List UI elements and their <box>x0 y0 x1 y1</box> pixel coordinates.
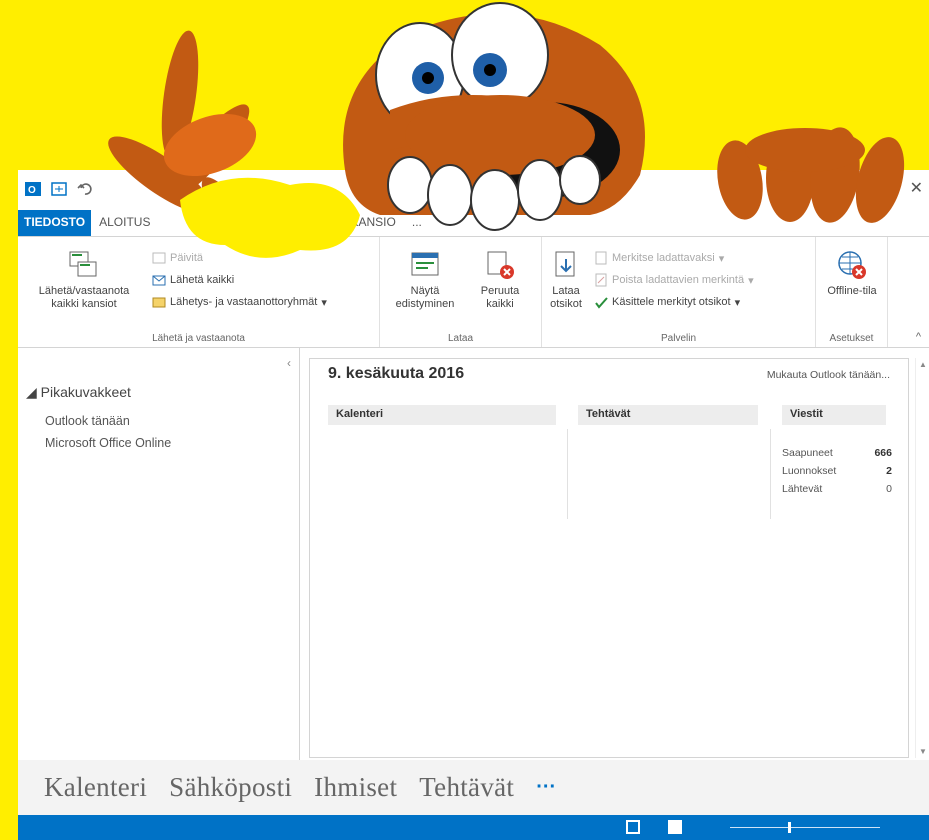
chevron-down-icon: ▾ <box>321 296 327 309</box>
mark-to-download-label: Merkitse ladattavaksi <box>612 252 715 264</box>
send-all-icon <box>152 275 166 286</box>
update-folder-label: Päivitä <box>170 252 204 264</box>
message-row-drafts[interactable]: Luonnokset 2 <box>782 465 892 477</box>
group-label-download: Lataa <box>447 333 474 344</box>
tasks-column-header[interactable]: Tehtävät <box>578 405 758 425</box>
show-progress-icon <box>409 249 441 281</box>
tab-send-receive[interactable]: A <box>316 210 343 236</box>
calendar-column-header[interactable]: Kalenteri <box>328 405 556 425</box>
shortcuts-heading[interactable]: ◢ Pikakuvakkeet <box>26 384 131 401</box>
cancel-all-label: Peruuta kaikki <box>480 285 520 310</box>
zoom-slider[interactable] <box>730 827 880 828</box>
scroll-down-icon[interactable]: ▼ <box>919 747 927 756</box>
message-row-outbox[interactable]: Lähtevät 0 <box>782 483 892 495</box>
show-progress-button[interactable]: Näytä edistyminen <box>392 249 458 311</box>
nav-mail[interactable]: Sähköposti <box>169 772 292 803</box>
message-count: 0 <box>886 483 892 495</box>
unmark-download-button[interactable]: Poista ladattavien merkintä ▾ <box>594 273 754 287</box>
mark-to-download-icon <box>595 251 607 265</box>
tab-file[interactable]: TIEDOSTO <box>18 210 92 236</box>
send-receive-groups-button[interactable]: Lähetys- ja vastaanottoryhmät ▾ <box>152 295 327 309</box>
group-label-send-receive: Lähetä ja vastaanota <box>152 333 245 344</box>
send-all-button[interactable]: Lähetä kaikki <box>152 273 234 287</box>
column-divider <box>567 429 568 519</box>
process-marked-headers-button[interactable]: Käsittele merkityt otsikot ▾ <box>594 295 740 309</box>
message-label: Luonnokset <box>782 465 837 477</box>
group-label-preferences: Asetukset <box>829 333 874 344</box>
vertical-scrollbar[interactable]: ▲ ▼ <box>915 358 929 758</box>
chevron-down-icon: ▾ <box>748 274 754 287</box>
send-all-label: Lähetä kaikki <box>170 274 235 286</box>
nav-calendar[interactable]: Kalenteri <box>44 772 147 803</box>
bottom-navigation: Kalenteri Sähköposti Ihmiset Tehtävät ··… <box>18 760 929 815</box>
undo-icon[interactable] <box>76 180 94 198</box>
tab-home[interactable]: ALOITUS <box>91 210 158 236</box>
offline-button[interactable]: Offline-tila <box>822 249 882 298</box>
title-bar: O ✕ <box>18 170 929 208</box>
cancel-all-icon <box>484 249 516 281</box>
close-icon[interactable]: ✕ <box>910 178 923 198</box>
chevron-down-icon: ▾ <box>718 252 725 265</box>
update-folder-button[interactable]: Päivitä <box>152 251 203 265</box>
send-receive-all-icon <box>68 249 100 281</box>
zoom-slider-handle[interactable] <box>788 822 791 833</box>
outlook-today-pane: 9. kesäkuuta 2016 Mukauta Outlook tänään… <box>301 348 929 760</box>
collapse-ribbon-icon[interactable]: ^ <box>916 331 921 343</box>
checkmark-icon <box>595 297 608 309</box>
normal-view-icon[interactable] <box>626 820 640 834</box>
today-date: 9. kesäkuuta 2016 <box>328 365 465 382</box>
navigation-pane: ‹ ◢ Pikakuvakkeet Outlook tänään Microso… <box>18 348 300 760</box>
tab-view[interactable]: ... <box>404 210 430 236</box>
mark-to-download-button[interactable]: Merkitse ladattavaksi ▾ <box>594 251 724 265</box>
message-label: Saapuneet <box>782 447 833 459</box>
message-label: Lähtevät <box>782 483 823 495</box>
nav-tasks[interactable]: Tehtävät <box>419 772 514 803</box>
nav-item-office-online[interactable]: Microsoft Office Online <box>45 436 171 450</box>
show-progress-label: Näytä edistyminen <box>395 285 455 310</box>
send-receive-all-label: Lähetä/vastaanota kaikki kansiot <box>38 285 130 310</box>
download-headers-icon <box>550 249 582 281</box>
svg-text:O: O <box>28 185 36 196</box>
group-download: Näytä edistyminen Peruuta kaikki Lataa <box>380 237 542 347</box>
download-headers-button[interactable]: Lataa otsikot <box>544 249 588 311</box>
send-receive-groups-label: Lähetys- ja vastaanottoryhmät <box>170 296 318 308</box>
today-frame: 9. kesäkuuta 2016 Mukauta Outlook tänään… <box>309 358 909 758</box>
ribbon: Lähetä/vastaanota kaikki kansiot Päivitä… <box>18 236 929 348</box>
group-label-server: Palvelin <box>660 333 697 344</box>
cancel-all-button[interactable]: Peruuta kaikki <box>468 249 532 311</box>
send-receive-qat-icon[interactable] <box>50 180 68 198</box>
messages-column-header[interactable]: Viestit <box>782 405 886 425</box>
tab-folder[interactable]: KANSIO <box>343 210 404 236</box>
ribbon-tabs: TIEDOSTO ALOITUS A KANSIO ... <box>18 210 929 236</box>
unmark-download-label: Poista ladattavien merkintä <box>612 274 745 286</box>
chevron-down-icon: ▾ <box>734 296 741 309</box>
update-folder-icon <box>152 252 166 264</box>
send-receive-groups-icon <box>152 297 166 308</box>
status-bar <box>18 815 929 840</box>
column-divider <box>770 429 771 519</box>
send-receive-all-button[interactable]: Lähetä/vastaanota kaikki kansiot <box>24 249 144 311</box>
nav-people[interactable]: Ihmiset <box>314 772 397 803</box>
message-row-inbox[interactable]: Saapuneet 666 <box>782 447 892 459</box>
more-icon[interactable]: ··· <box>536 776 556 799</box>
customize-today-link[interactable]: Mukauta Outlook tänään... <box>767 369 890 381</box>
scroll-up-icon[interactable]: ▲ <box>919 360 927 369</box>
group-server: Lataa otsikot Merkitse ladattavaksi ▾ Po… <box>542 237 816 347</box>
globe-offline-icon <box>836 249 868 281</box>
nav-item-outlook-today[interactable]: Outlook tänään <box>45 414 130 428</box>
group-send-receive: Lähetä/vastaanota kaikki kansiot Päivitä… <box>18 237 380 347</box>
outlook-logo-icon: O <box>24 180 42 198</box>
download-headers-label: Lataa otsikot <box>550 285 582 310</box>
reading-view-icon[interactable] <box>668 820 682 834</box>
message-count: 2 <box>886 465 892 477</box>
yellow-strip <box>0 170 18 810</box>
message-count: 666 <box>874 447 892 459</box>
outlook-window: O ✕ TIEDOSTO ALOITUS A KANSIO ... Lähetä… <box>18 170 929 840</box>
process-marked-headers-label: Käsittele merkityt otsikot <box>612 296 731 308</box>
collapse-nav-icon[interactable]: ‹ <box>287 356 291 370</box>
unmark-download-icon <box>595 273 607 287</box>
group-preferences: Offline-tila Asetukset <box>816 237 888 347</box>
offline-label: Offline-tila <box>827 285 877 297</box>
quick-access-toolbar: O <box>24 180 94 198</box>
